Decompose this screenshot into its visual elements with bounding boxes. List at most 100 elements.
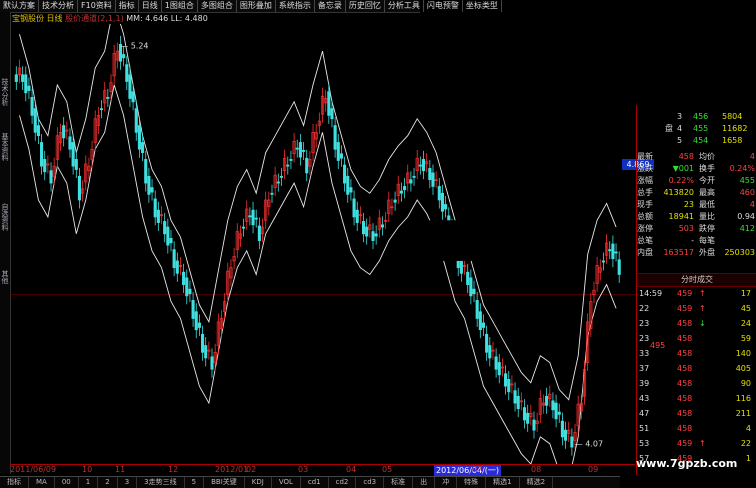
candle-body: [175, 260, 179, 274]
date-tick-4: 02: [246, 465, 257, 474]
indicator-tab-5[interactable]: 3: [118, 477, 138, 488]
candle-body: [617, 259, 621, 275]
toolbar-item-6[interactable]: 多图组合: [198, 0, 237, 12]
left-tab-3[interactable]: 其他: [0, 252, 10, 302]
candle-body: [153, 198, 157, 218]
candle-body: [611, 243, 615, 260]
toolbar-item-9[interactable]: 备忘录: [315, 0, 346, 12]
left-tab-2[interactable]: 自选资料: [0, 187, 10, 247]
indicator-tab-1[interactable]: MA: [29, 477, 55, 488]
indicator-tab-10[interactable]: VOL: [272, 477, 301, 488]
quote-row: 总手 413820 最高 460: [637, 187, 756, 199]
candle-body: [166, 226, 170, 246]
order-level-row: 4 455 11682: [637, 123, 756, 135]
toolbar-item-12[interactable]: 闪电预警: [424, 0, 463, 12]
candle-body: [560, 420, 564, 438]
candle-body: [570, 436, 574, 448]
quote-label: 最低: [699, 200, 715, 209]
candle-body: [188, 288, 192, 294]
tick-time: 33: [639, 349, 650, 358]
indicator-tab-0[interactable]: 指标: [0, 477, 29, 488]
candle-body: [14, 74, 18, 82]
order-level-vol: 1658: [722, 136, 743, 145]
indicator-tab-19[interactable]: 精选2: [520, 477, 554, 488]
indicator-tab-13[interactable]: cd3: [356, 477, 385, 488]
candle-body: [68, 136, 72, 150]
toolbar-item-13[interactable]: 坐标类型: [463, 0, 502, 12]
toolbar-item-10[interactable]: 历史回忆: [346, 0, 385, 12]
tick-time: 23: [639, 334, 650, 343]
date-highlight: 2012/06/04/(一): [434, 465, 502, 476]
candle-body: [557, 411, 561, 415]
quote-label: 换手: [699, 164, 715, 173]
toolbar-item-4[interactable]: 日线: [139, 0, 162, 12]
tick-price: 458: [677, 409, 693, 418]
candle-body: [412, 175, 416, 178]
toolbar-item-7[interactable]: 图形叠加: [237, 0, 276, 12]
indicator-tab-6[interactable]: 3走势三线: [137, 477, 185, 488]
tick-row: 23 458 59: [637, 333, 756, 345]
indicator-tab-4[interactable]: 2: [98, 477, 118, 488]
indicator-tab-3[interactable]: 1: [79, 477, 99, 488]
quote-value: 18941: [668, 212, 694, 221]
candle-body: [513, 390, 517, 404]
candle-body: [150, 187, 154, 193]
indicator-tab-16[interactable]: 冲: [435, 477, 458, 488]
tick-time: 14:59: [639, 289, 663, 298]
tick-price: 459: [677, 304, 693, 313]
candle-body: [156, 209, 160, 223]
candle-body: [554, 402, 558, 420]
candle-body: [43, 159, 47, 173]
candle-body: [428, 168, 432, 181]
quote-label: 总手: [637, 188, 653, 197]
candle-body: [431, 172, 435, 187]
ticks-header[interactable]: 分时成交: [637, 273, 756, 287]
indicator-tab-12[interactable]: cd2: [329, 477, 357, 488]
kline-chart[interactable]: — 5.24 — 4.07: [10, 24, 635, 464]
quote-label: 量比: [699, 212, 715, 221]
date-tick-3: 2012/01: [215, 465, 249, 474]
tick-vol: 140: [735, 349, 751, 358]
tick-vol: 4: [745, 424, 751, 433]
candle-body: [144, 159, 148, 184]
tick-price: 459: [677, 439, 693, 448]
tick-price: 458: [677, 394, 693, 403]
tick-time: 23: [639, 319, 650, 328]
quote-row: 涨跌 ▼001 换手 0.24%: [637, 163, 756, 175]
toolbar-item-2[interactable]: F10资料: [78, 0, 116, 12]
toolbar-item-0[interactable]: 默认方案: [0, 0, 39, 12]
indicator-tab-11[interactable]: cd1: [301, 477, 329, 488]
left-tab-1[interactable]: 基本资料: [0, 122, 10, 172]
quote-value: 4: [749, 200, 755, 209]
indicator-tab-7[interactable]: 5: [185, 477, 205, 488]
indicator-ll: LL: 4.480: [170, 14, 208, 23]
toolbar-item-11[interactable]: 分析工具: [385, 0, 424, 12]
candle-body: [163, 221, 167, 235]
quote-label: 涨跌: [637, 164, 653, 173]
candle-body: [418, 164, 422, 167]
toolbar-item-3[interactable]: 指标: [116, 0, 139, 12]
indicator-tab-2[interactable]: 00: [55, 477, 79, 488]
toolbar-item-1[interactable]: 技术分析: [39, 0, 78, 12]
candle-body: [257, 225, 261, 241]
low-label: — 4.07: [575, 439, 603, 448]
indicator-tab-17[interactable]: 特殊: [457, 477, 487, 488]
candle-body: [494, 356, 498, 370]
quote-value: 458: [678, 152, 694, 161]
chart-gap: [407, 220, 484, 261]
tick-row: 47 458 211: [637, 408, 756, 420]
candle-body: [371, 231, 375, 241]
indicator-tab-18[interactable]: 精选1: [486, 477, 520, 488]
indicator-tab-9[interactable]: KDJ: [245, 477, 272, 488]
date-start: 2011/06/09: [10, 465, 57, 474]
left-tab-0[interactable]: 技术分析: [0, 72, 10, 112]
candle-body: [339, 153, 343, 159]
indicator-tab-8[interactable]: BBI关键: [204, 477, 245, 488]
toolbar-item-8[interactable]: 系统指示: [276, 0, 315, 12]
toolbar-item-5[interactable]: 1图组合: [162, 0, 198, 12]
candle-body: [440, 192, 444, 212]
candle-body: [355, 209, 359, 223]
lower-band: [19, 84, 617, 464]
indicator-tab-15[interactable]: 出: [413, 477, 436, 488]
indicator-tab-14[interactable]: 标准: [384, 477, 414, 488]
